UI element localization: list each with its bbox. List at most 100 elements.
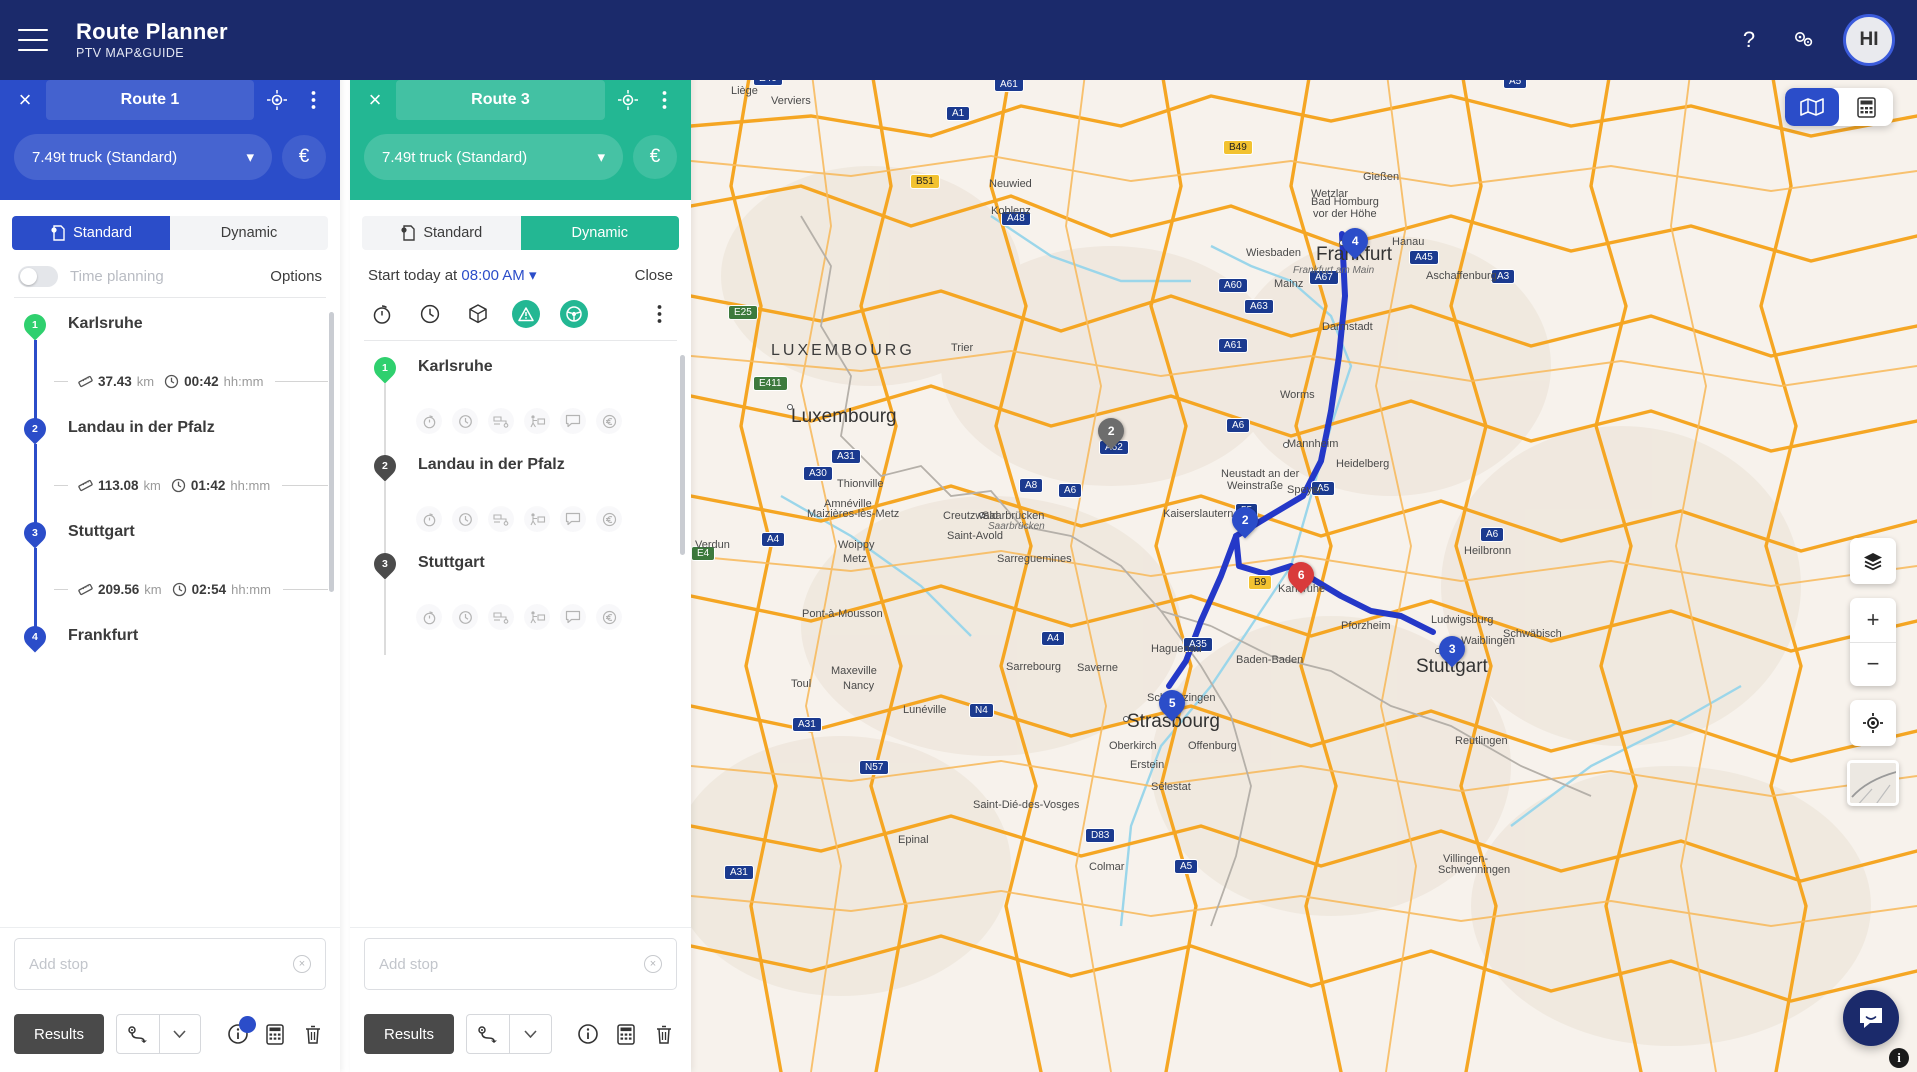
route-3-more-icon[interactable] xyxy=(651,87,677,113)
clear-icon-1[interactable]: × xyxy=(293,955,311,973)
route-3-stop-3[interactable]: 3Stuttgart xyxy=(350,551,691,585)
tab-standard-3[interactable]: Standard xyxy=(362,216,521,250)
route-3-add-stop[interactable]: × xyxy=(364,938,677,990)
results-button-3[interactable]: Results xyxy=(364,1014,454,1054)
options-link-1[interactable]: Options xyxy=(270,268,322,285)
pallet-truck-icon[interactable] xyxy=(488,506,514,532)
map-view[interactable]: A61A5A1E40B51B49A48A45A3A60A63A67A61E25E… xyxy=(691,66,1917,1072)
comment-icon[interactable] xyxy=(560,506,586,532)
info-badge[interactable]: i xyxy=(1889,1048,1909,1068)
close-route-1-button[interactable]: × xyxy=(14,89,36,111)
tab-dynamic-3[interactable]: Dynamic xyxy=(521,216,680,250)
stop-name-2[interactable]: Landau in der Pfalz xyxy=(418,453,565,477)
route-3-stop-1[interactable]: 1Karlsruhe xyxy=(350,355,691,389)
stopwatch-icon[interactable] xyxy=(416,604,442,630)
map-controls: + − xyxy=(1847,538,1899,806)
warning-triangle-icon[interactable] xyxy=(512,300,540,328)
time-planning-toggle[interactable] xyxy=(18,266,58,287)
pallet-truck-icon[interactable] xyxy=(488,408,514,434)
route-1-add-stop[interactable]: × xyxy=(14,938,326,990)
route-3-stop-2[interactable]: 2Landau in der Pfalz xyxy=(350,453,691,487)
avatar[interactable]: HI xyxy=(1843,14,1895,66)
stop-name-2[interactable]: Landau in der Pfalz xyxy=(68,416,215,440)
map-label: Maxeville xyxy=(831,665,877,677)
trash-icon-3[interactable] xyxy=(651,1021,677,1047)
road-shield: A1 xyxy=(946,106,970,121)
pallet-truck-icon[interactable] xyxy=(488,604,514,630)
clock-icon[interactable] xyxy=(452,506,478,532)
help-icon[interactable]: ? xyxy=(1735,26,1763,54)
euro-icon[interactable] xyxy=(596,506,622,532)
route-1-name-field[interactable]: Route 1 xyxy=(46,80,254,120)
steering-wheel-icon[interactable] xyxy=(560,300,588,328)
euro-icon[interactable] xyxy=(596,604,622,630)
map-label: Haguenau xyxy=(1151,643,1202,655)
info-circle-icon-3[interactable] xyxy=(576,1021,602,1047)
loading-person-icon[interactable] xyxy=(524,408,550,434)
route-3-cost-button[interactable]: € xyxy=(633,135,677,179)
stopwatch-icon[interactable] xyxy=(416,408,442,434)
stopwatch-icon[interactable] xyxy=(416,506,442,532)
stop-pin-2: 2 xyxy=(19,413,50,444)
route-pin-icon-1[interactable] xyxy=(117,1015,158,1053)
add-stop-input-3[interactable] xyxy=(379,956,644,973)
euro-icon[interactable] xyxy=(596,408,622,434)
route-3-vehicle-select[interactable]: 7.49t truck (Standard) ▾ xyxy=(364,134,623,180)
chat-bubble-icon[interactable] xyxy=(1843,990,1899,1046)
clear-icon-3[interactable]: × xyxy=(644,955,662,973)
route-1-stop-2[interactable]: 2 Landau in der Pfalz xyxy=(0,416,340,450)
hamburger-icon[interactable] xyxy=(18,29,48,51)
stop-name-3[interactable]: Stuttgart xyxy=(418,551,485,575)
route-1-more-icon[interactable] xyxy=(300,87,326,113)
route-3-actions-caret[interactable] xyxy=(509,1015,551,1053)
stopwatch-icon[interactable] xyxy=(368,300,396,328)
trash-icon-1[interactable] xyxy=(300,1021,326,1047)
route-pin-icon-3[interactable] xyxy=(467,1015,509,1053)
map-label: Oberkirch xyxy=(1109,740,1157,752)
calculator-icon-3[interactable] xyxy=(613,1021,639,1047)
loading-person-icon[interactable] xyxy=(524,604,550,630)
road-shield: B49 xyxy=(1223,140,1253,155)
stop-name-1[interactable]: Karlsruhe xyxy=(68,312,143,336)
clock-icon[interactable] xyxy=(452,604,478,630)
tab-standard-1[interactable]: Standard xyxy=(12,216,170,250)
route-1-actions-caret[interactable] xyxy=(159,1015,200,1053)
route-3-toolbar-more-icon[interactable] xyxy=(645,300,673,328)
table-view-button[interactable] xyxy=(1839,88,1893,126)
route-1-cost-button[interactable]: € xyxy=(282,135,326,179)
route-3-route-actions xyxy=(466,1014,551,1054)
close-route-3-button[interactable]: × xyxy=(364,89,386,111)
loading-person-icon[interactable] xyxy=(524,506,550,532)
gear-icon[interactable] xyxy=(1789,26,1817,54)
cube-icon[interactable] xyxy=(464,300,492,328)
info-circle-icon-1[interactable] xyxy=(225,1021,251,1047)
stop-name-1[interactable]: Karlsruhe xyxy=(418,355,493,379)
zoom-in-button[interactable]: + xyxy=(1850,598,1896,642)
route-1-stop-3[interactable]: 3Stuttgart xyxy=(0,520,340,554)
route-1-stop-4[interactable]: 4Frankfurt xyxy=(0,624,340,658)
leg-distance: 209.56km xyxy=(78,582,162,597)
route-1-vehicle-select[interactable]: 7.49t truck (Standard) ▾ xyxy=(14,134,272,180)
route-3-name-field[interactable]: Route 3 xyxy=(396,80,605,120)
stop-name-3[interactable]: Stuttgart xyxy=(68,520,135,544)
comment-icon[interactable] xyxy=(560,408,586,434)
route-1-stop-1[interactable]: 1Karlsruhe xyxy=(0,312,340,346)
add-stop-input-1[interactable] xyxy=(29,956,293,973)
start-time-value[interactable]: 08:00 AM xyxy=(461,267,524,284)
layers-button[interactable] xyxy=(1850,538,1896,584)
minimap-button[interactable] xyxy=(1847,760,1899,806)
crosshair-icon-2[interactable] xyxy=(615,87,641,113)
start-time-caret-icon[interactable]: ▾ xyxy=(529,267,537,284)
results-button-1[interactable]: Results xyxy=(14,1014,104,1054)
clock-icon[interactable] xyxy=(452,408,478,434)
crosshair-icon[interactable] xyxy=(264,87,290,113)
map-view-button[interactable] xyxy=(1785,88,1839,126)
stop-name-4[interactable]: Frankfurt xyxy=(68,624,138,648)
comment-icon[interactable] xyxy=(560,604,586,630)
locate-button[interactable] xyxy=(1850,700,1896,746)
close-dynamic-link[interactable]: Close xyxy=(635,267,673,284)
clock-icon[interactable] xyxy=(416,300,444,328)
calculator-icon-1[interactable] xyxy=(263,1021,289,1047)
zoom-out-button[interactable]: − xyxy=(1850,642,1896,687)
tab-dynamic-1[interactable]: Dynamic xyxy=(170,216,328,250)
